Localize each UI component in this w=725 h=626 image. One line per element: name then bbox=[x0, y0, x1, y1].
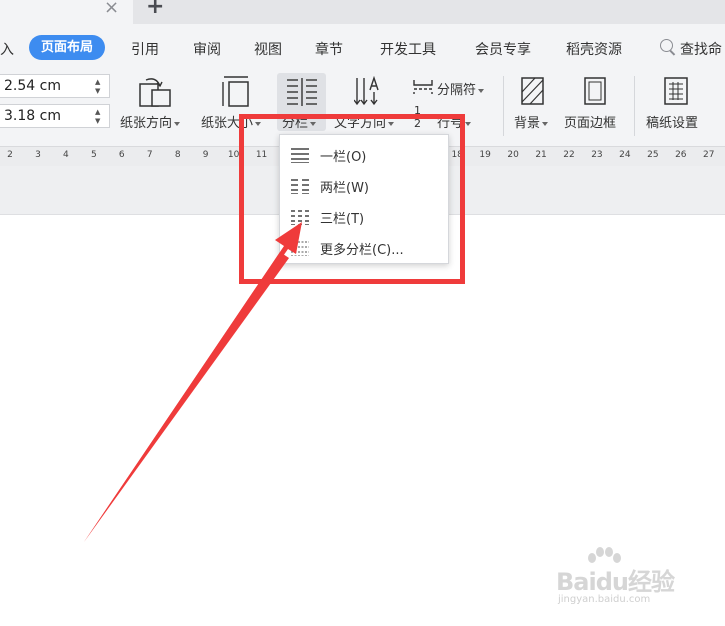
baidu-jingyan-watermark: Baidu经验 jingyan.baidu.com bbox=[556, 547, 716, 614]
app-window: × + 入 页面布局 引用 审阅 视图 章节 开发工具 会员专享 稻壳资源 查找… bbox=[0, 0, 725, 626]
annotation-arrow bbox=[84, 222, 302, 542]
watermark-url: jingyan.baidu.com bbox=[558, 594, 651, 605]
watermark-logo: Baidu经验 bbox=[556, 568, 675, 596]
